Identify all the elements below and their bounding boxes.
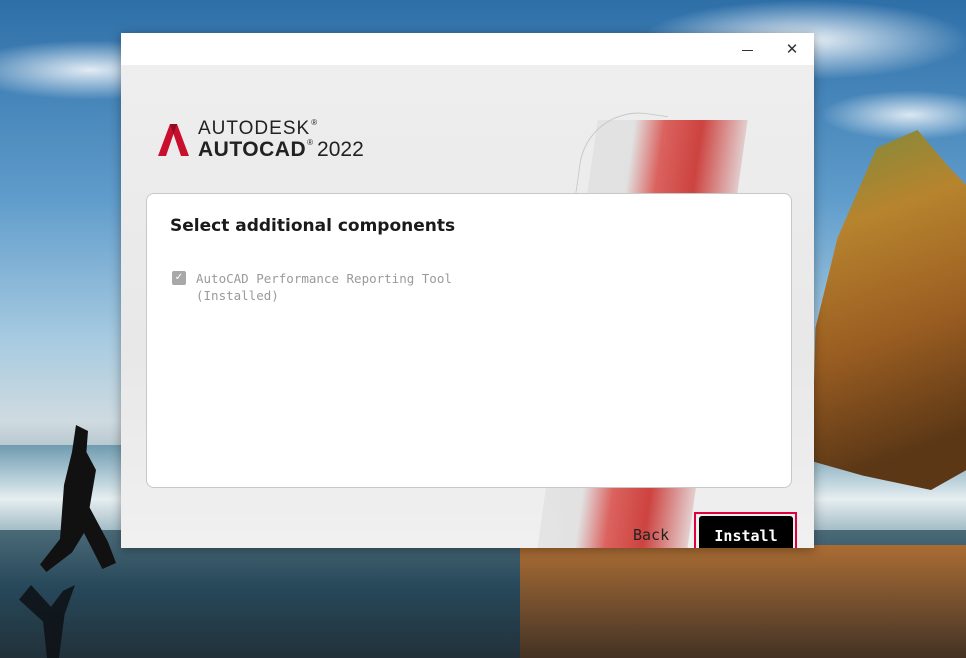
brand-company: AUTODESK® — [198, 118, 364, 139]
component-status: (Installed) — [196, 288, 279, 303]
installer-banner: AUTODESK® AUTOCAD® 2022 Select additional… — [121, 65, 814, 548]
panel-title: Select additional components — [170, 216, 456, 236]
wallpaper-rock-reflection — [520, 545, 966, 658]
autocad-logo: AUTODESK® AUTOCAD® 2022 — [156, 119, 364, 160]
brand-product-year: 2022 — [317, 138, 364, 161]
installer-window: ✕ AUTODESK® AUTOCAD® 2022 Select addition… — [121, 33, 814, 548]
brand-product-name: AUTOCAD — [198, 138, 307, 161]
logo-text: AUTODESK® AUTOCAD® 2022 — [198, 118, 364, 161]
title-bar: ✕ — [121, 33, 814, 65]
back-button[interactable]: Back — [633, 523, 669, 547]
install-button[interactable]: Install — [699, 516, 793, 548]
autocad-logo-icon — [158, 123, 189, 156]
component-item: ✓ AutoCAD Performance Reporting Tool (In… — [172, 270, 452, 304]
close-icon: ✕ — [785, 40, 799, 58]
brand-company-text: AUTODESK — [198, 118, 311, 139]
minimize-button[interactable] — [727, 33, 767, 65]
component-label: AutoCAD Performance Reporting Tool (Inst… — [196, 270, 452, 304]
close-button[interactable]: ✕ — [772, 33, 812, 65]
trademark-symbol: ® — [307, 138, 314, 147]
component-checkbox[interactable]: ✓ — [172, 271, 186, 285]
checkmark-icon: ✓ — [174, 272, 184, 283]
components-panel: Select additional components ✓ AutoCAD P… — [146, 193, 792, 488]
trademark-symbol: ® — [311, 118, 319, 127]
brand-product: AUTOCAD® 2022 — [198, 138, 364, 161]
component-name: AutoCAD Performance Reporting Tool — [196, 271, 452, 286]
minimize-icon — [741, 49, 753, 51]
